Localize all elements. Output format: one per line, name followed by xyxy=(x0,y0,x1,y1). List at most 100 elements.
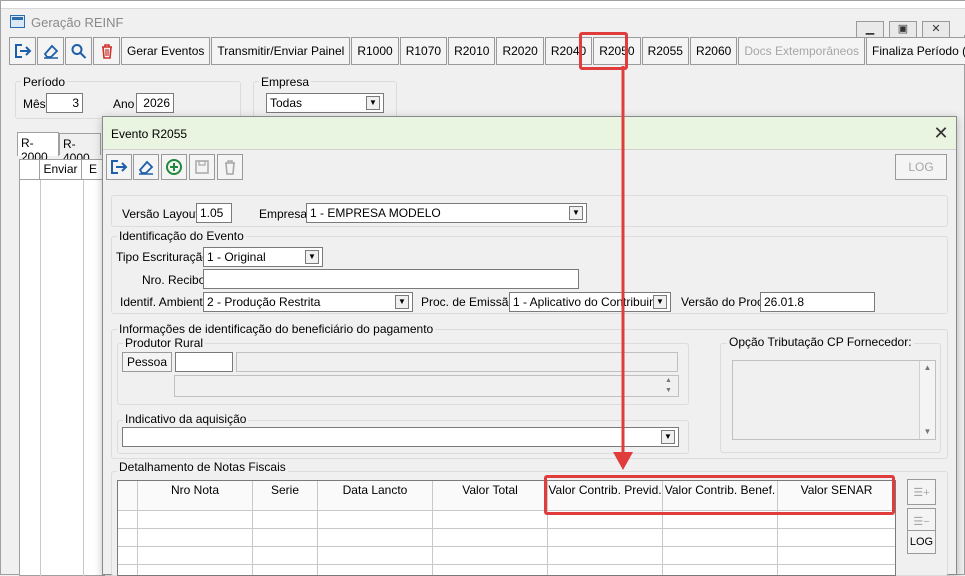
toolbar-button-r2020[interactable]: R2020 xyxy=(496,37,544,65)
grid-divider xyxy=(40,180,41,576)
table-cell[interactable] xyxy=(138,529,253,546)
dialog-save-button[interactable] xyxy=(189,154,215,180)
scroll-up-icon[interactable]: ▲ xyxy=(920,361,935,375)
table-cell[interactable] xyxy=(548,529,663,546)
add-row-icon: ☰+ xyxy=(913,486,930,499)
window-title: Geração REINF xyxy=(31,15,124,30)
table-cell[interactable] xyxy=(433,565,548,575)
table-cell[interactable] xyxy=(663,565,778,575)
table-row[interactable] xyxy=(118,529,895,547)
ano-label: Ano xyxy=(113,97,135,111)
table-row[interactable] xyxy=(118,547,895,565)
exit-button[interactable] xyxy=(9,37,36,65)
dialog-delete-button[interactable] xyxy=(217,154,243,180)
ident-ambiente-label: Identif. Ambiente xyxy=(120,295,210,309)
table-cell[interactable] xyxy=(138,565,253,575)
toolbar-button-r2055[interactable]: R2055 xyxy=(641,37,689,65)
eraser-icon xyxy=(43,44,58,59)
column-header-e[interactable]: E xyxy=(82,160,104,179)
notas-column-header[interactable]: Data Lancto xyxy=(318,481,433,510)
dialog-close-button[interactable]: ✕ xyxy=(931,123,951,143)
dialog-log-button[interactable]: LOG xyxy=(895,154,947,180)
toolbar-button-finaliza-per-odo-r2099[interactable]: Finaliza Período (R2099) xyxy=(866,37,965,65)
toolbar-button-gerar-eventos[interactable]: Gerar Eventos xyxy=(121,37,211,65)
exit-icon xyxy=(14,44,31,58)
grid-divider xyxy=(83,180,84,576)
opcao-tributacao-label: Opção Tributação CP Fornecedor: xyxy=(727,335,914,349)
table-cell[interactable] xyxy=(433,529,548,546)
notas-column-header[interactable]: Serie xyxy=(253,481,318,510)
clear-button[interactable] xyxy=(37,37,64,65)
search-button[interactable] xyxy=(65,37,92,65)
tipo-escrituracao-select[interactable]: 1 - Original ▼ xyxy=(203,247,323,267)
ano-field[interactable]: 2026 xyxy=(136,93,174,113)
scroll-down-icon[interactable]: ▼ xyxy=(920,425,935,439)
delete-button[interactable] xyxy=(93,37,120,65)
table-cell[interactable] xyxy=(118,547,138,564)
close-button[interactable]: ✕ xyxy=(922,21,950,38)
ident-ambiente-select[interactable]: 2 - Produção Restrita ▼ xyxy=(203,292,413,312)
table-cell[interactable] xyxy=(663,547,778,564)
restore-button[interactable]: ▣ xyxy=(889,21,917,38)
versao-layout-field[interactable]: 1.05 xyxy=(196,203,232,223)
dialog-add-button[interactable] xyxy=(161,154,187,180)
add-row-button[interactable]: ☰+ xyxy=(907,479,936,505)
empresa-main-select[interactable]: Todas ▼ xyxy=(266,93,384,113)
dialog-exit-button[interactable] xyxy=(106,154,132,180)
table-cell[interactable] xyxy=(663,529,778,546)
table-cell[interactable] xyxy=(318,547,433,564)
notas-log-button[interactable]: LOG xyxy=(907,530,936,554)
events-grid[interactable]: Enviar E xyxy=(19,159,105,576)
events-grid-header: Enviar E xyxy=(20,160,104,180)
table-cell[interactable] xyxy=(778,529,895,546)
dialog-title: Evento R2055 xyxy=(111,127,188,141)
table-cell[interactable] xyxy=(118,565,138,575)
table-cell[interactable] xyxy=(253,547,318,564)
toolbar-button-docs-extempor-neos[interactable]: Docs Extemporâneos xyxy=(738,37,866,65)
empresa-main-value: Todas xyxy=(270,96,303,110)
tab-r2000[interactable]: R-2000 xyxy=(17,132,59,164)
pessoa-details-spinner[interactable]: ▲ ▼ xyxy=(660,376,677,396)
opcao-tributacao-listbox[interactable]: ▲ ▼ xyxy=(732,360,936,440)
table-cell[interactable] xyxy=(138,511,253,528)
table-cell[interactable] xyxy=(778,547,895,564)
table-cell[interactable] xyxy=(778,565,895,575)
pessoa-code-field[interactable] xyxy=(175,352,233,372)
table-row[interactable] xyxy=(118,565,895,575)
toolbar-button-transmitir-enviar-painel[interactable]: Transmitir/Enviar Painel xyxy=(211,37,351,65)
table-cell[interactable] xyxy=(253,529,318,546)
enviar-column-header[interactable]: Enviar xyxy=(40,160,82,179)
table-cell[interactable] xyxy=(253,511,318,528)
mes-field[interactable]: 3 xyxy=(46,93,83,113)
table-cell[interactable] xyxy=(318,511,433,528)
dialog-clear-button[interactable] xyxy=(133,154,159,180)
toolbar-button-r2010[interactable]: R2010 xyxy=(448,37,496,65)
toolbar-button-r1000[interactable]: R1000 xyxy=(351,37,399,65)
table-cell[interactable] xyxy=(253,565,318,575)
table-cell[interactable] xyxy=(318,565,433,575)
table-cell[interactable] xyxy=(548,547,663,564)
indicativo-aquisicao-select[interactable]: ▼ xyxy=(122,427,679,447)
trash-icon xyxy=(101,44,112,59)
table-cell[interactable] xyxy=(138,547,253,564)
table-cell[interactable] xyxy=(318,529,433,546)
toolbar-button-r2060[interactable]: R2060 xyxy=(689,37,738,65)
minimize-button[interactable]: ▁ xyxy=(856,21,884,38)
versao-proc-label: Versão do Proc. xyxy=(681,295,767,309)
add-circle-icon xyxy=(166,159,182,175)
proc-emissao-select[interactable]: 1 - Aplicativo do Contribuinte ▼ xyxy=(509,292,671,312)
table-cell[interactable] xyxy=(433,511,548,528)
pessoa-button[interactable]: Pessoa xyxy=(122,352,172,372)
table-cell[interactable] xyxy=(548,565,663,575)
toolbar-button-r1070[interactable]: R1070 xyxy=(399,37,448,65)
table-cell[interactable] xyxy=(118,529,138,546)
tab-r4000[interactable]: R-4000 xyxy=(59,133,101,165)
table-cell[interactable] xyxy=(118,511,138,528)
table-cell[interactable] xyxy=(433,547,548,564)
nro-recibo-field[interactable] xyxy=(203,269,579,289)
dialog-empresa-select[interactable]: 1 - EMPRESA MODELO ▼ xyxy=(306,203,587,223)
listbox-scrollbar[interactable]: ▲ ▼ xyxy=(919,361,935,439)
versao-proc-field[interactable]: 26.01.8 xyxy=(760,292,875,312)
notas-column-header[interactable]: Valor Total xyxy=(433,481,548,510)
notas-column-header[interactable]: Nro Nota xyxy=(138,481,253,510)
